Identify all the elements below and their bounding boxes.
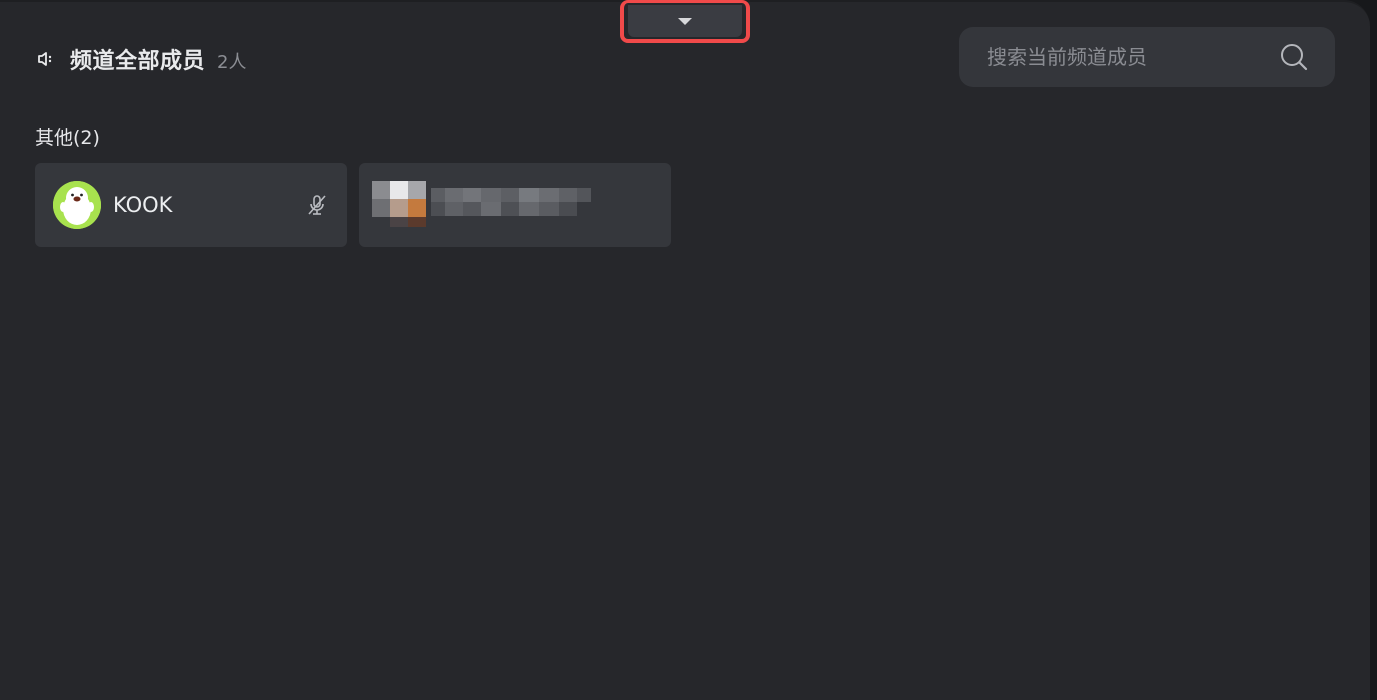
member-panel: 频道全部成员 2人 其他(2) KO — [0, 0, 1370, 700]
member-count: 2人 — [217, 51, 247, 73]
member-list: KOOK — [35, 163, 671, 247]
search-input[interactable] — [985, 44, 1279, 70]
collapse-toggle-highlight — [620, 0, 750, 43]
search-box[interactable] — [959, 27, 1335, 87]
kook-mascot-avatar — [53, 181, 101, 229]
pixelated-name — [431, 188, 591, 216]
panel-header: 频道全部成员 2人 — [36, 42, 246, 76]
member-card-blurred[interactable] — [359, 163, 671, 247]
group-label: 其他(2) — [35, 127, 100, 149]
member-name: KOOK — [113, 193, 173, 217]
search-icon[interactable] — [1279, 42, 1309, 72]
speaker-icon — [38, 52, 52, 66]
mic-muted-icon — [308, 195, 326, 215]
pixelated-avatar — [372, 181, 426, 227]
member-card-kook[interactable]: KOOK — [35, 163, 347, 247]
caret-down-icon — [678, 17, 692, 25]
page-title: 频道全部成员 — [70, 49, 206, 74]
collapse-toggle-button[interactable] — [628, 5, 742, 37]
avatar — [53, 181, 101, 229]
